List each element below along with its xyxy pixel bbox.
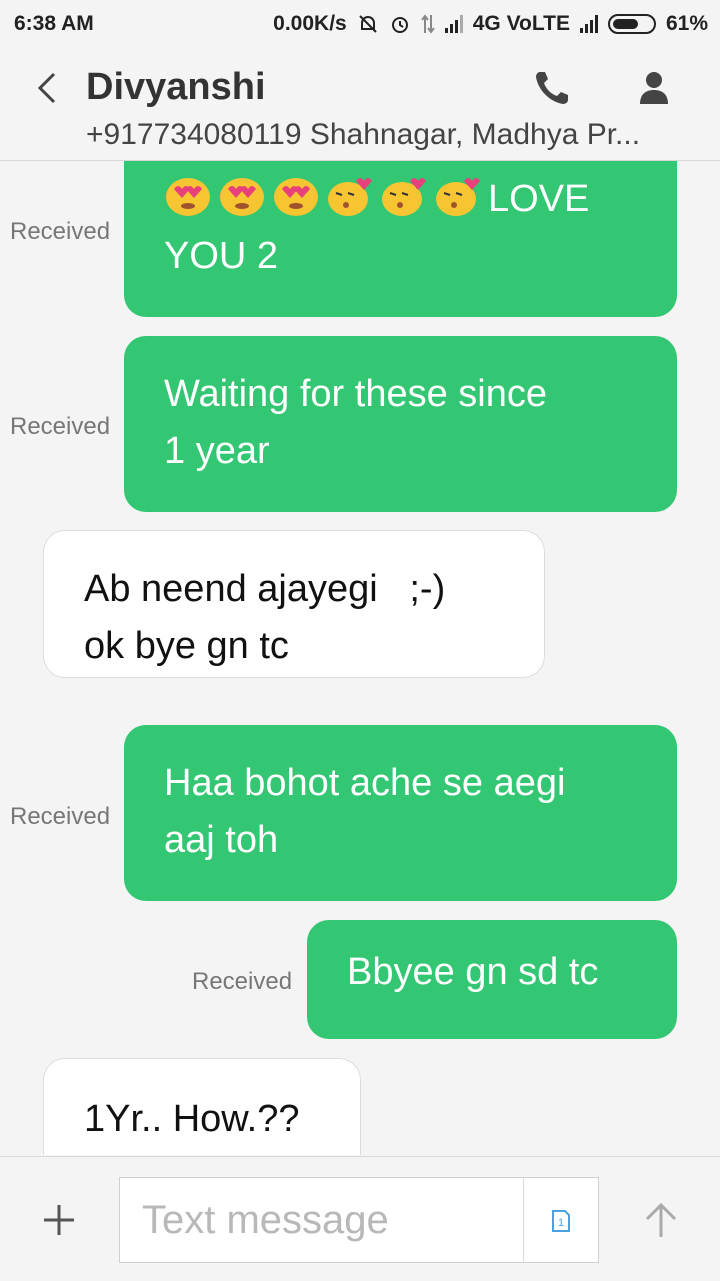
contact-detail: +917734080119 Shahnagar, Madhya Pr...: [86, 118, 641, 151]
status-bar: 6:38 AM 0.00K/s 4G VoLTE 61%: [0, 0, 720, 48]
message-input[interactable]: Text message 1: [119, 1177, 599, 1263]
message-bubble[interactable]: Haa bohot ache se aegi aaj toh: [124, 725, 677, 901]
composer-bar: Text message 1: [0, 1156, 720, 1281]
contact-name: Divyanshi: [86, 66, 266, 108]
heart-eyes-emoji-icon: [220, 178, 264, 216]
signal-icon-2: [579, 15, 598, 33]
kiss-emoji-icon: [436, 178, 480, 216]
sim-slot-number: 1: [558, 1217, 564, 1229]
mute-bell-icon: [359, 15, 377, 33]
message-text: 1Yr.. How.??: [84, 1098, 300, 1140]
heart-eyes-emoji-icon: [274, 178, 318, 216]
send-arrow-icon[interactable]: [638, 1197, 684, 1243]
received-label: Received: [192, 968, 293, 995]
message-text: LOVE: [488, 178, 590, 220]
received-label: Received: [10, 413, 111, 440]
message-text-line2: ok bye gn tc: [84, 625, 289, 667]
message-text: Waiting for these since: [164, 373, 547, 415]
kiss-emoji-icon: [382, 178, 426, 216]
contact-profile-icon[interactable]: [632, 66, 676, 110]
message-bubble-sent[interactable]: 1Yr.. How.??: [43, 1058, 361, 1155]
message-bubble[interactable]: Waiting for these since 1 year: [124, 336, 677, 512]
received-label: Received: [10, 803, 111, 830]
network-type: 4G VoLTE: [472, 12, 570, 35]
add-attachment-icon[interactable]: [36, 1197, 82, 1243]
net-speed: 0.00K/s: [273, 12, 347, 35]
phone-call-icon[interactable]: [530, 66, 574, 110]
message-bubble[interactable]: LOVE YOU 2: [124, 161, 677, 317]
message-bubble[interactable]: Bbyee gn sd tc: [307, 920, 677, 1039]
battery-icon: [607, 14, 656, 34]
message-text: Ab neend ajayegi ;-): [84, 568, 446, 610]
message-input-placeholder: Text message: [142, 1198, 389, 1242]
message-text: Haa bohot ache se aegi: [164, 762, 566, 804]
kiss-emoji-icon: [328, 178, 372, 216]
alarm-icon: [391, 17, 408, 33]
message-text-line2: aaj toh: [164, 819, 279, 861]
received-label: Received: [10, 218, 111, 245]
heart-eyes-emoji-icon: [166, 178, 210, 216]
data-transfer-icon: [420, 14, 435, 34]
message-list[interactable]: Received LOVE YOU 2 Received Waiting for…: [0, 161, 720, 1155]
message-text: Bbyee gn sd tc: [347, 951, 599, 993]
status-indicators: 0.00K/s 4G VoLTE 61%: [273, 12, 708, 36]
conversation-header: Divyanshi +917734080119 Shahnagar, Madhy…: [0, 48, 720, 161]
status-time: 6:38 AM: [14, 12, 94, 35]
message-text-line2: YOU 2: [164, 235, 279, 277]
message-bubble-sent[interactable]: Ab neend ajayegi ;-) ok bye gn tc: [43, 530, 545, 678]
signal-icon: [444, 15, 463, 33]
sim-card-icon: 1: [552, 1210, 570, 1232]
sim-select-button[interactable]: 1: [523, 1178, 598, 1262]
back-arrow-icon[interactable]: [30, 70, 66, 106]
message-text-line2: 1 year: [164, 430, 270, 472]
battery-percent: 61%: [665, 12, 708, 35]
